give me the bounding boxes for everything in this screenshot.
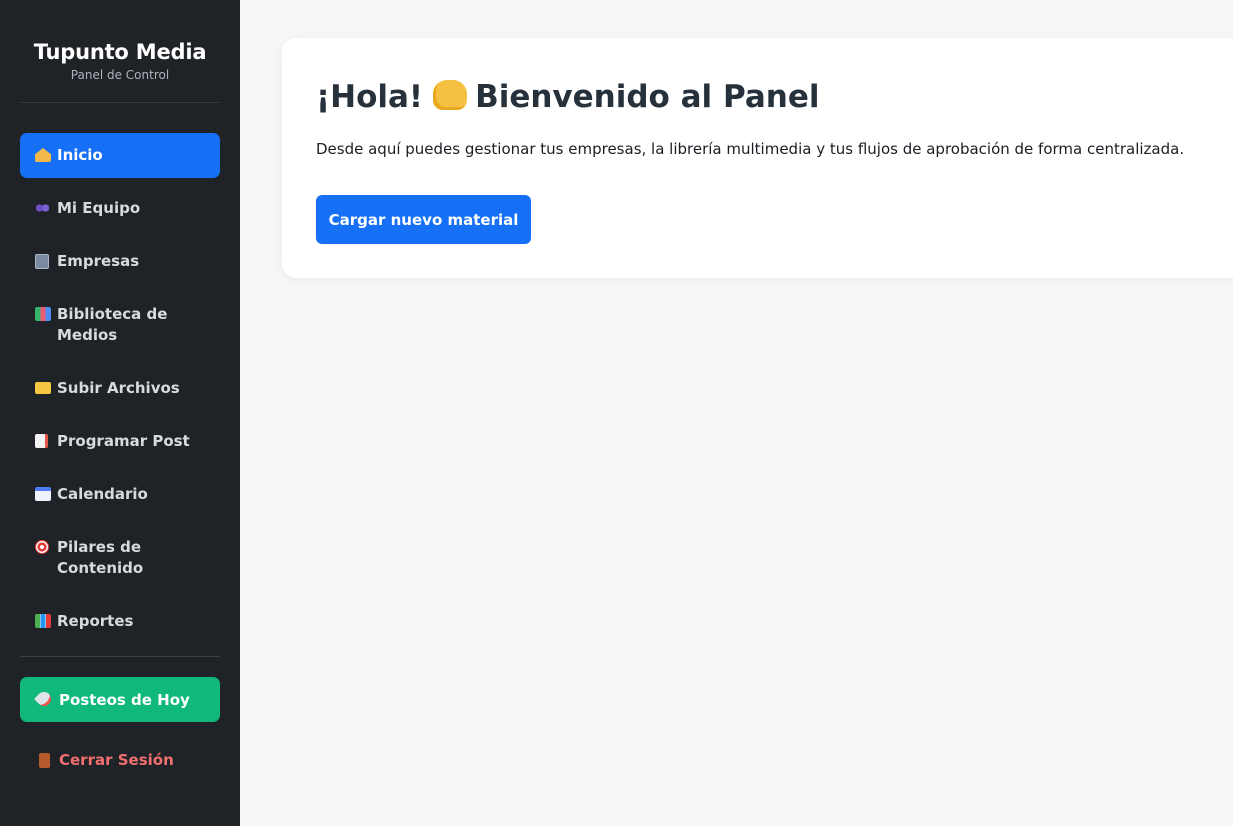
app-shell: Tupunto Media Panel de Control Inicio Mi… xyxy=(0,0,1233,826)
target-icon xyxy=(35,537,57,558)
sidebar-item-reportes[interactable]: Reportes xyxy=(20,599,220,644)
brand: Tupunto Media Panel de Control xyxy=(20,0,220,103)
sidebar-item-label: Subir Archivos xyxy=(57,379,180,397)
sidebar-divider xyxy=(20,656,220,657)
sidebar-item-label: Pilares de Contenido xyxy=(57,538,144,577)
sidebar-item-label: Calendario xyxy=(57,485,148,503)
rocket-icon xyxy=(34,689,59,710)
sidebar-item-label: Programar Post xyxy=(57,432,190,450)
today-posts-button[interactable]: Posteos de Hoy xyxy=(20,677,220,722)
sidebar-item-biblioteca-de-medios[interactable]: Biblioteca de Medios xyxy=(20,292,220,358)
bar-chart-icon xyxy=(35,611,57,632)
main-content: ¡Hola! Bienvenido al Panel Desde aquí pue… xyxy=(240,0,1233,826)
sidebar-item-calendario[interactable]: Calendario xyxy=(20,472,220,517)
welcome-description: Desde aquí puedes gestionar tus empresas… xyxy=(316,140,1185,158)
waving-hand-icon xyxy=(433,80,468,110)
brand-subtitle: Panel de Control xyxy=(70,68,170,82)
page-icon xyxy=(35,431,57,452)
sidebar-item-label: Mi Equipo xyxy=(57,199,141,217)
sidebar-item-pilares-de-contenido[interactable]: Pilares de Contenido xyxy=(20,525,220,591)
sidebar: Tupunto Media Panel de Control Inicio Mi… xyxy=(0,0,240,826)
page-title-text: Bienvenido al Panel xyxy=(475,79,820,115)
sidebar-item-mi-equipo[interactable]: Mi Equipo xyxy=(20,186,220,231)
page-title: ¡Hola! Bienvenido al Panel xyxy=(316,78,819,116)
team-icon xyxy=(35,198,57,219)
logout-label: Cerrar Sesión xyxy=(59,751,174,769)
calendar-icon xyxy=(35,484,57,505)
sidebar-item-label: Reportes xyxy=(57,612,134,630)
sidebar-item-subir-archivos[interactable]: Subir Archivos xyxy=(20,366,220,411)
sidebar-nav: Inicio Mi Equipo Empresas Biblioteca de … xyxy=(20,133,220,644)
upload-material-button[interactable]: Cargar nuevo material xyxy=(316,195,531,244)
folder-icon xyxy=(35,378,57,399)
house-icon xyxy=(35,145,57,166)
sidebar-item-empresas[interactable]: Empresas xyxy=(20,239,220,284)
books-icon xyxy=(35,304,57,325)
greeting-text: ¡Hola! xyxy=(316,79,424,115)
door-icon xyxy=(37,750,59,771)
welcome-card: ¡Hola! Bienvenido al Panel Desde aquí pue… xyxy=(282,38,1233,278)
sidebar-item-inicio[interactable]: Inicio xyxy=(20,133,220,178)
sidebar-item-label: Biblioteca de Medios xyxy=(57,305,168,344)
today-posts-label: Posteos de Hoy xyxy=(59,690,190,709)
building-icon xyxy=(35,251,57,272)
sidebar-item-programar-post[interactable]: Programar Post xyxy=(20,419,220,464)
sidebar-item-label: Empresas xyxy=(57,252,140,270)
logout-button[interactable]: Cerrar Sesión xyxy=(20,740,220,780)
sidebar-item-label: Inicio xyxy=(57,146,103,164)
brand-title: Tupunto Media xyxy=(33,40,207,64)
